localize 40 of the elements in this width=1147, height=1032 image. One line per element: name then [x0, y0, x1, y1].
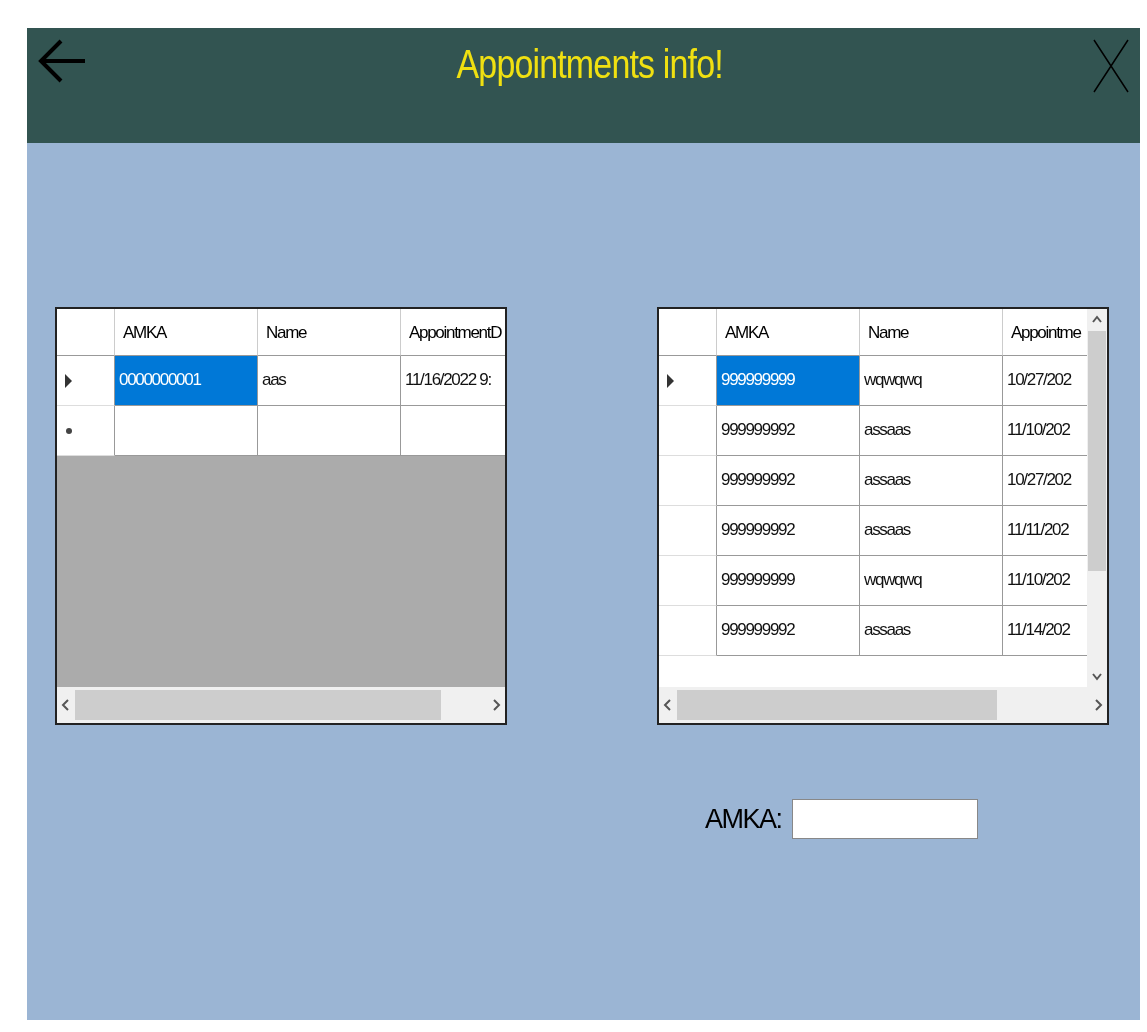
table-cell: 999999992 — [717, 406, 860, 456]
current-row-icon — [65, 373, 72, 388]
scroll-left-icon[interactable] — [61, 698, 71, 712]
header-corner[interactable] — [57, 309, 115, 356]
table-cell: wqwqwq — [860, 556, 1003, 606]
table-cell: assaas — [860, 406, 1003, 456]
amka-input[interactable] — [791, 799, 978, 839]
table-cell: 999999992 — [717, 606, 860, 656]
column-header[interactable]: AMKA — [115, 309, 258, 356]
back-arrow-icon — [37, 38, 87, 84]
table-cell: assaas — [860, 606, 1003, 656]
table-cell: 999999992 — [717, 506, 860, 556]
table-cell: 999999999 — [717, 556, 860, 606]
table-cell: aas — [258, 356, 401, 406]
amka-label: AMKA: — [705, 803, 782, 835]
vertical-scrollbar[interactable] — [1087, 309, 1107, 687]
row-header[interactable] — [57, 406, 115, 456]
table-cell: 0000000001 — [115, 356, 258, 406]
table-cell: assaas — [860, 456, 1003, 506]
close-icon — [1092, 38, 1130, 94]
table-cell: 999999999 — [717, 356, 860, 406]
column-header[interactable]: AMKA — [717, 309, 860, 356]
table-cell: 11/16/2022 9: — [401, 356, 505, 406]
page-title: Appointments info! — [456, 41, 723, 87]
current-row-icon — [667, 373, 674, 388]
table-cell: wqwqwq — [860, 356, 1003, 406]
row-header[interactable] — [57, 356, 115, 406]
table-cell: 999999992 — [717, 456, 860, 506]
scroll-right-icon[interactable] — [1093, 698, 1103, 712]
horizontal-scrollbar[interactable] — [57, 687, 505, 723]
row-header[interactable] — [659, 356, 717, 406]
new-row-icon — [65, 426, 73, 435]
table-cell: assaas — [860, 506, 1003, 556]
scroll-right-icon[interactable] — [491, 698, 501, 712]
column-header[interactable]: Name — [258, 309, 401, 356]
scroll-left-icon[interactable] — [663, 698, 673, 712]
horizontal-scrollbar[interactable] — [659, 687, 1107, 723]
column-header[interactable]: AppointmentD — [401, 309, 505, 356]
column-header[interactable]: Name — [860, 309, 1003, 356]
header-corner[interactable] — [659, 309, 717, 356]
